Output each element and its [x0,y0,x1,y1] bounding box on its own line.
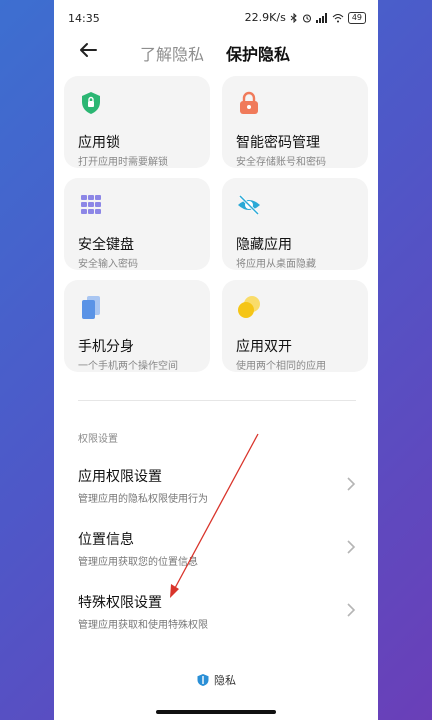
phone-screen: 14:35 22.9K/s 49 了解隐私 保护隐私 应用锁 打开应用时需要解锁 [54,0,378,720]
card-title: 隐藏应用 [236,237,292,253]
network-speed: 22.9K/s [244,11,286,24]
card-title: 手机分身 [78,339,134,355]
footer-label: 隐私 [214,674,236,687]
status-bar: 14:35 22.9K/s 49 [54,0,378,34]
row-location-info[interactable]: 位置信息 管理应用获取您的位置信息 [54,529,378,585]
card-hide-apps[interactable]: 隐藏应用 将应用从桌面隐藏 [222,178,368,270]
section-divider [78,400,356,401]
row-app-permissions[interactable]: 应用权限设置 管理应用的隐私权限使用行为 [54,466,378,522]
row-subtitle: 管理应用获取和使用特殊权限 [78,620,208,631]
tab-learn-privacy[interactable]: 了解隐私 [140,41,204,65]
chevron-right-icon [347,540,356,554]
back-arrow-icon[interactable] [76,38,100,62]
card-title: 智能密码管理 [236,135,320,151]
row-special-permissions[interactable]: 特殊权限设置 管理应用获取和使用特殊权限 [54,592,378,648]
signal-icon [315,12,327,23]
card-title: 应用双开 [236,339,292,355]
dual-app-icon [238,296,260,318]
wifi-icon [332,13,344,22]
chevron-right-icon [347,477,356,491]
row-subtitle: 管理应用获取您的位置信息 [78,557,198,568]
row-subtitle: 管理应用的隐私权限使用行为 [78,494,208,505]
alarm-icon [302,14,311,22]
card-subtitle: 一个手机两个操作空间 [78,361,178,372]
card-secure-keyboard[interactable]: 安全键盘 安全输入密码 [64,178,210,270]
card-app-lock[interactable]: 应用锁 打开应用时需要解锁 [64,76,210,168]
card-subtitle: 安全存储账号和密码 [236,157,326,168]
eye-hidden-icon [238,194,260,216]
padlock-icon [240,91,258,114]
header: 了解隐私 保护隐私 [54,36,378,68]
card-password-manager[interactable]: 智能密码管理 安全存储账号和密码 [222,76,368,168]
card-dual-apps[interactable]: 应用双开 使用两个相同的应用 [222,280,368,372]
chevron-right-icon [347,603,356,617]
card-title: 安全键盘 [78,237,134,253]
card-subtitle: 安全输入密码 [78,259,138,270]
row-title: 位置信息 [78,532,134,548]
card-subtitle: 使用两个相同的应用 [236,361,326,372]
tab-protect-privacy[interactable]: 保护隐私 [226,41,290,65]
footer-brand: 隐私 [54,672,378,688]
row-title: 特殊权限设置 [78,595,162,611]
card-subtitle: 打开应用时需要解锁 [78,157,168,168]
row-title: 应用权限设置 [78,469,162,485]
home-indicator[interactable] [156,710,276,714]
keyboard-icon [81,195,101,214]
privacy-shield-icon [197,674,209,686]
shield-lock-icon [82,92,100,114]
bluetooth-icon [290,12,297,23]
card-subtitle: 将应用从桌面隐藏 [236,259,316,270]
phone-copy-icon [82,296,100,319]
status-indicators: 22.9K/s 49 [245,11,366,24]
section-label-permissions: 权限设置 [78,434,118,445]
status-time: 14:35 [68,12,100,25]
card-second-space[interactable]: 手机分身 一个手机两个操作空间 [64,280,210,372]
battery-indicator: 49 [347,11,366,24]
card-title: 应用锁 [78,135,120,151]
